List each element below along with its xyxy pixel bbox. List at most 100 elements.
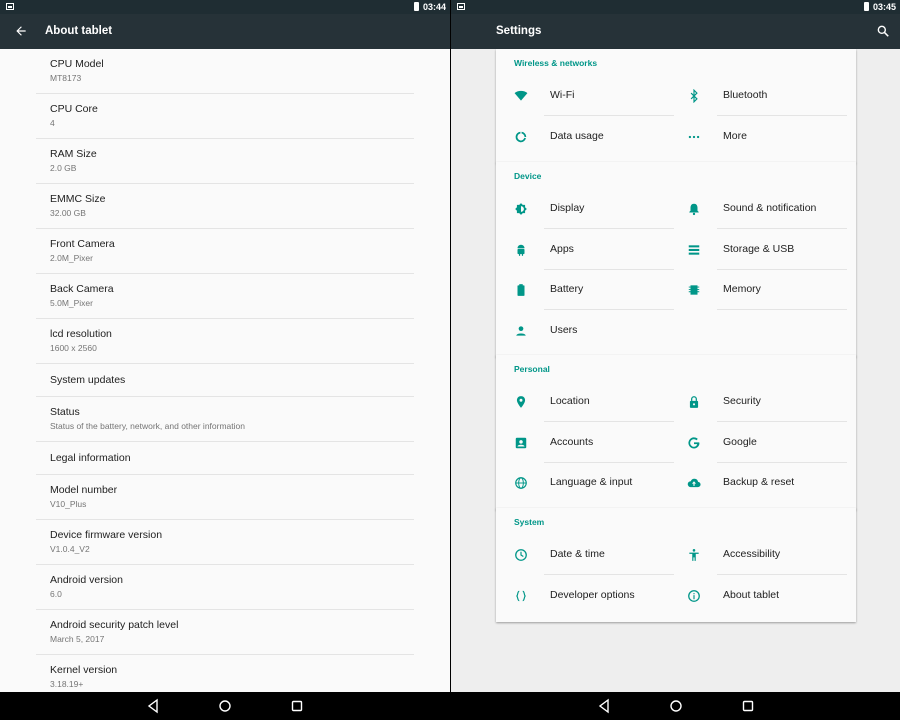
settings-item-sound-notification[interactable]: Sound & notification xyxy=(687,189,847,229)
status-time: 03:45 xyxy=(872,2,896,12)
settings-item-security[interactable]: Security xyxy=(687,382,847,422)
account-icon xyxy=(515,437,527,448)
nav-back-icon[interactable] xyxy=(145,698,161,714)
about-item-summary: V1.0.4_V2 xyxy=(50,544,90,554)
wifi-icon xyxy=(514,90,528,101)
nav-home-icon[interactable] xyxy=(668,698,684,714)
settings-item-label: Location xyxy=(550,395,590,407)
settings-category-card: Device Display Sound & notification Apps Sto… xyxy=(496,162,856,357)
about-item-summary: 2.0 GB xyxy=(50,163,77,173)
braces-icon xyxy=(516,590,526,601)
nav-back-icon[interactable] xyxy=(596,698,612,714)
settings-item-storage-usb[interactable]: Storage & USB xyxy=(687,230,847,270)
about-item-summary: 4 xyxy=(50,118,55,128)
settings-item-label: Developer options xyxy=(550,588,635,601)
about-item-title: Model number xyxy=(50,484,118,496)
settings-item-label: Language & input xyxy=(550,476,633,488)
settings-item-bluetooth[interactable]: Bluetooth xyxy=(687,76,847,116)
about-item-summary: 2.0M_Pixer xyxy=(50,253,93,263)
settings-item-google[interactable]: Google xyxy=(687,423,847,463)
settings-category-card: Personal Location Security Accounts Google La… xyxy=(496,355,856,510)
about-item[interactable]: Device firmware version V1.0.4_V2 xyxy=(36,520,414,565)
settings-item-label: Backup & reset xyxy=(723,476,795,488)
settings-item-label: Battery xyxy=(550,283,584,295)
settings-item-accessibility[interactable]: Accessibility xyxy=(687,535,847,575)
about-item-title: Back Camera xyxy=(50,283,114,295)
nav-recents-icon[interactable] xyxy=(289,698,305,714)
about-item-title: Android version xyxy=(50,574,123,586)
status-time: 03:44 xyxy=(422,2,446,12)
settings-category-title: Device xyxy=(514,171,542,181)
settings-item-data-usage[interactable]: Data usage xyxy=(514,117,674,157)
screenshot-notification-icon xyxy=(457,3,465,10)
settings-category-card: Wireless & networks Wi-Fi Bluetooth Data us… xyxy=(496,49,856,163)
about-item[interactable]: Front Camera 2.0M_Pixer xyxy=(36,229,414,274)
about-item[interactable]: Status Status of the battery, network, an… xyxy=(36,397,414,442)
settings-item-about-tablet[interactable]: About tablet xyxy=(687,576,847,616)
settings-category-title: Personal xyxy=(514,364,550,374)
about-item[interactable]: CPU Core 4 xyxy=(36,94,414,139)
settings-item-label: Wi-Fi xyxy=(550,89,575,101)
about-item[interactable]: lcd resolution 1600 x 2560 xyxy=(36,319,414,364)
about-item[interactable]: EMMC Size 32.00 GB xyxy=(36,184,414,229)
location-icon xyxy=(516,396,526,408)
settings-item-label: Date & time xyxy=(550,548,605,560)
about-item-title: lcd resolution xyxy=(50,328,112,340)
settings-item-battery[interactable]: Battery xyxy=(514,270,674,310)
settings-item-label: More xyxy=(723,129,747,142)
settings-item-location[interactable]: Location xyxy=(514,382,674,422)
battery-status-icon xyxy=(864,2,869,11)
settings-item-label: Data usage xyxy=(550,129,604,142)
android-icon xyxy=(517,244,525,256)
about-item[interactable]: RAM Size 2.0 GB xyxy=(36,139,414,184)
about-item[interactable]: System updates xyxy=(36,364,414,397)
navigation-bar xyxy=(0,692,450,720)
status-bar: 03:44 xyxy=(0,0,450,14)
about-list: CPU Model MT8173 CPU Core 4 RAM Size 2.0 GB EM… xyxy=(36,49,414,700)
settings-item-language-input[interactable]: Language & input xyxy=(514,463,674,503)
battery-status-icon xyxy=(414,2,419,11)
about-item[interactable]: Back Camera 5.0M_Pixer xyxy=(36,274,414,319)
settings-item-accounts[interactable]: Accounts xyxy=(514,423,674,463)
data-usage-icon xyxy=(515,131,527,142)
search-icon[interactable] xyxy=(876,24,890,38)
about-item-title: Status xyxy=(50,406,80,418)
navigation-bar xyxy=(451,692,900,720)
settings-list[interactable]: Wireless & networks Wi-Fi Bluetooth Data us… xyxy=(451,49,900,692)
about-item-summary: 1600 x 2560 xyxy=(50,343,97,353)
nav-home-icon[interactable] xyxy=(217,698,233,714)
about-item-title: RAM Size xyxy=(50,148,97,160)
settings-item-date-time[interactable]: Date & time xyxy=(514,535,674,575)
about-item[interactable]: Android version 6.0 xyxy=(36,565,414,610)
status-bar: 03:45 xyxy=(451,0,900,14)
nav-recents-icon[interactable] xyxy=(740,698,756,714)
about-item[interactable]: Legal information xyxy=(36,442,414,475)
more-icon xyxy=(688,135,700,138)
about-item[interactable]: CPU Model MT8173 xyxy=(36,49,414,94)
settings-item-users[interactable]: Users xyxy=(514,311,674,351)
settings-item-developer-options[interactable]: Developer options xyxy=(514,576,674,616)
settings-item-label: Sound & notification xyxy=(723,202,817,214)
settings-item-backup-reset[interactable]: Backup & reset xyxy=(687,463,847,503)
app-bar: About tablet xyxy=(0,14,450,49)
settings-item-label: Security xyxy=(723,395,761,407)
about-item-summary: March 5, 2017 xyxy=(50,634,105,644)
about-item-title: Kernel version xyxy=(50,664,118,676)
back-arrow-icon[interactable] xyxy=(14,24,28,38)
globe-icon xyxy=(515,477,527,489)
settings-category-title: System xyxy=(514,517,545,527)
settings-item-apps[interactable]: Apps xyxy=(514,230,674,270)
storage-icon xyxy=(688,244,700,255)
about-item-title: Android security patch level xyxy=(50,619,179,631)
settings-item-memory[interactable]: Memory xyxy=(687,270,847,310)
settings-item-label: Memory xyxy=(723,283,761,295)
about-item-title: CPU Model xyxy=(50,58,104,70)
about-item[interactable]: Android security patch level March 5, 201… xyxy=(36,610,414,655)
info-icon xyxy=(688,589,700,602)
settings-item-display[interactable]: Display xyxy=(514,189,674,229)
about-item[interactable]: Model number V10_Plus xyxy=(36,475,414,520)
settings-item-more[interactable]: More xyxy=(687,117,847,157)
screenshot-notification-icon xyxy=(6,3,14,10)
about-item-summary: 5.0M_Pixer xyxy=(50,298,93,308)
settings-item-wi-fi[interactable]: Wi-Fi xyxy=(514,76,674,116)
